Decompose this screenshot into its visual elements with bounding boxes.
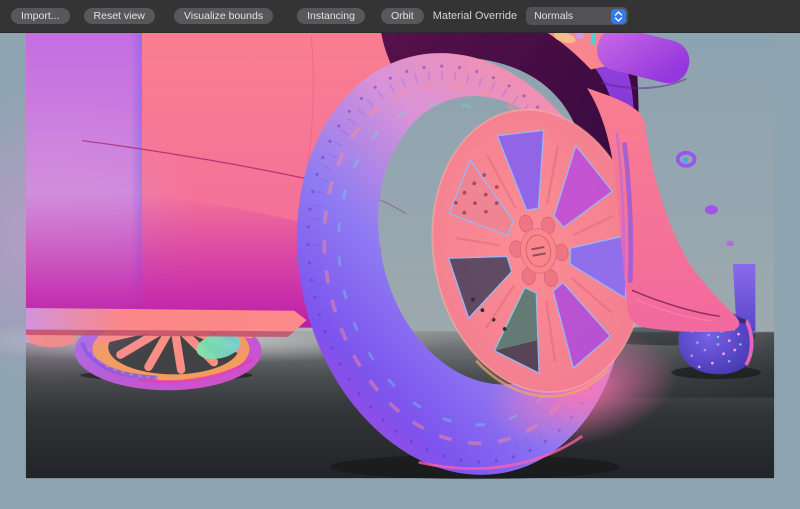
orbit-button[interactable]: Orbit [381, 8, 424, 24]
3d-car-normals-render[interactable] [0, 33, 800, 509]
select-stepper-icon[interactable] [611, 9, 626, 24]
viewport[interactable] [0, 33, 800, 509]
material-override-select[interactable]: Normals [526, 7, 628, 25]
reset-view-button[interactable]: Reset view [84, 8, 155, 24]
model-viewer-app: Import... Reset view Visualize bounds In… [0, 0, 800, 509]
instancing-button[interactable]: Instancing [297, 8, 365, 24]
import-button[interactable]: Import... [11, 8, 70, 24]
side-skirt [26, 308, 307, 331]
material-override-label: Material Override [433, 10, 517, 22]
material-override-selected-value: Normals [526, 10, 611, 22]
toolbar: Import... Reset view Visualize bounds In… [0, 0, 800, 33]
chevron-up-down-icon [614, 11, 623, 22]
visualize-bounds-button[interactable]: Visualize bounds [174, 8, 273, 24]
